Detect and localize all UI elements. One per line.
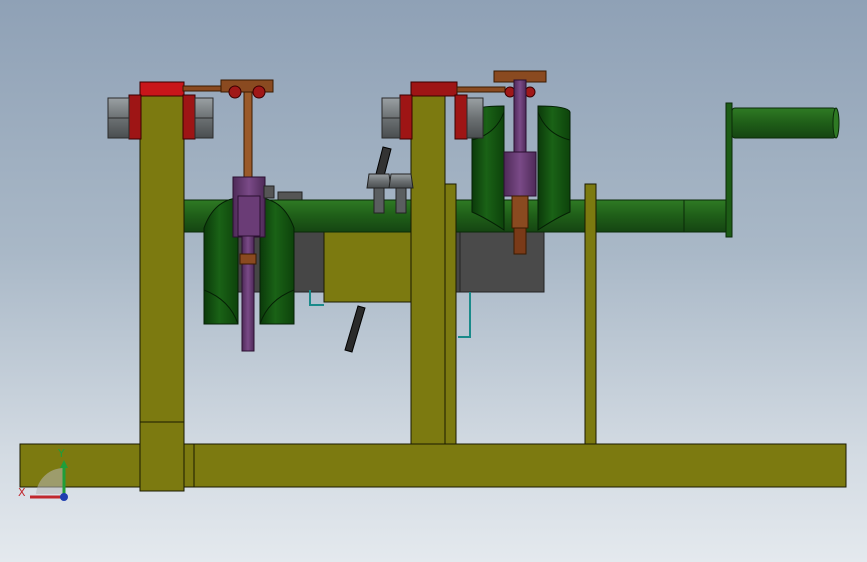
triad-y-label: Y <box>57 447 65 460</box>
lever-arm-right <box>456 70 547 98</box>
left-column <box>139 91 195 492</box>
crank-handle <box>725 102 840 238</box>
middle-column <box>410 91 457 445</box>
cad-viewport[interactable]: X Y <box>0 0 867 562</box>
center-block <box>323 227 413 303</box>
lever-arm-left <box>182 79 274 99</box>
angled-rod-lower <box>344 305 366 353</box>
assembly-drawing: X Y <box>18 70 847 501</box>
triad-x-label: X <box>18 486 26 499</box>
right-post <box>584 183 597 445</box>
triad-z-axis <box>60 493 68 501</box>
